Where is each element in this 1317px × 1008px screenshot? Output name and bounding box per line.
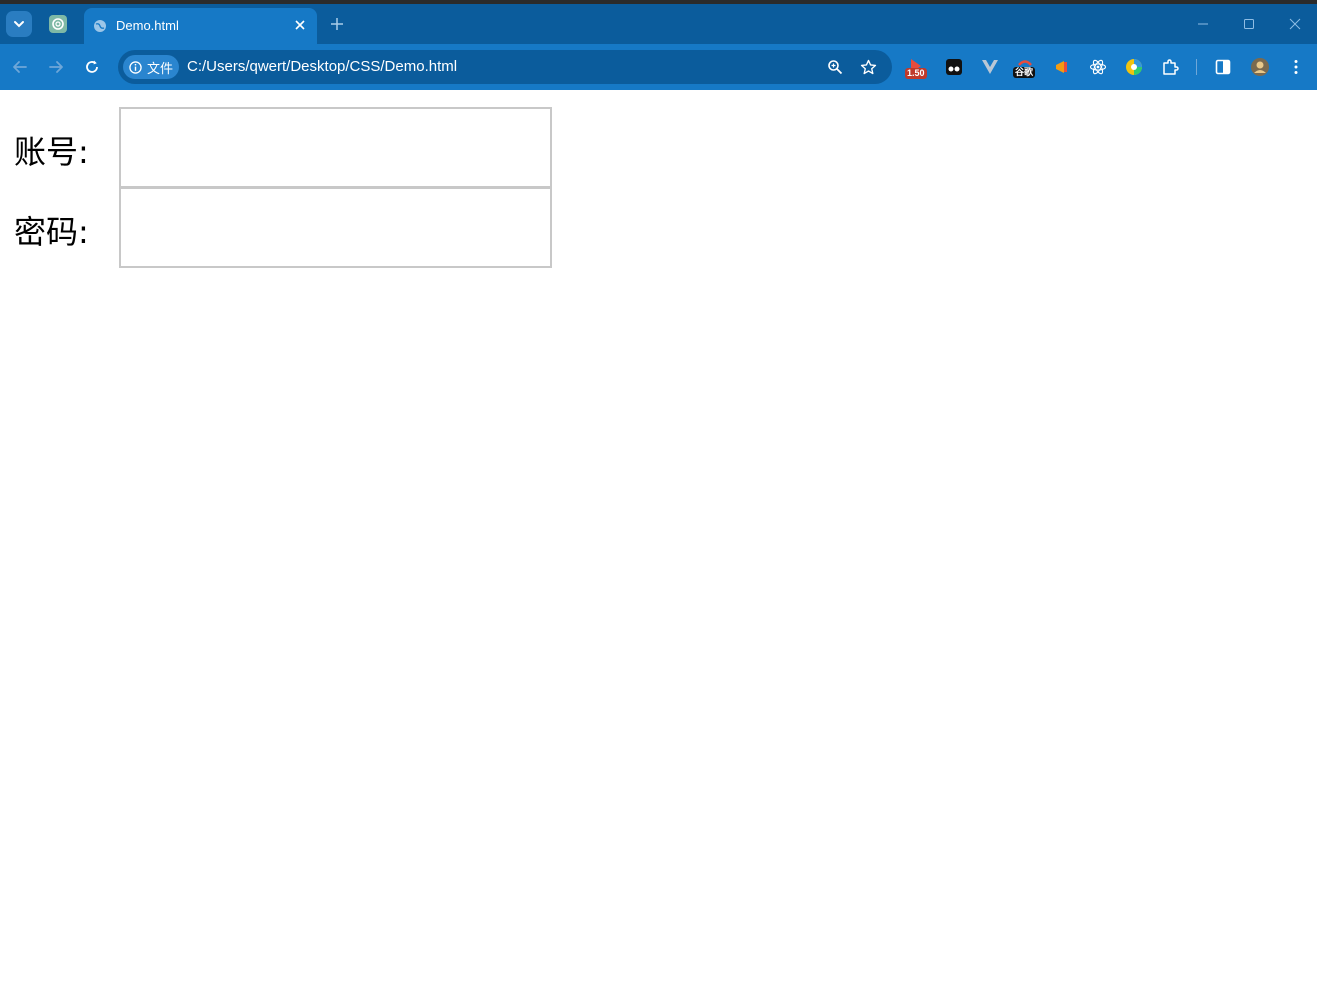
reload-button[interactable] — [80, 55, 104, 79]
menu-button[interactable] — [1283, 53, 1309, 81]
extensions-button[interactable] — [1157, 53, 1183, 81]
close-tab-button[interactable] — [291, 16, 309, 34]
site-info-chip[interactable]: 文件 — [123, 55, 179, 79]
profile-button[interactable] — [1247, 53, 1273, 81]
zoom-button[interactable] — [825, 57, 845, 77]
chevron-down-icon — [14, 21, 24, 28]
avatar-icon — [1251, 58, 1269, 76]
zoom-icon — [828, 60, 843, 75]
browser-toolbar: 文件 C:/Users/qwert/Desktop/CSS/Demo.html … — [0, 44, 1317, 90]
back-button[interactable] — [8, 55, 32, 79]
extension-translate[interactable]: 谷歌 — [1012, 53, 1038, 81]
react-icon — [1089, 59, 1107, 75]
maximize-icon — [1244, 19, 1254, 29]
reload-icon — [86, 60, 98, 73]
toolbar-separator — [1196, 59, 1197, 75]
info-icon — [129, 60, 142, 74]
speed-badge: 1.50 — [905, 68, 927, 79]
tampermonkey-icon — [946, 59, 962, 75]
tab-search-button[interactable] — [6, 11, 32, 37]
side-panel-button[interactable] — [1210, 53, 1236, 81]
tab-demo[interactable]: Demo.html — [84, 8, 317, 44]
side-panel-icon — [1215, 59, 1231, 75]
close-window-button[interactable] — [1281, 12, 1309, 36]
extension-megaphone[interactable] — [1049, 53, 1075, 81]
password-input[interactable] — [119, 187, 552, 268]
password-label: 密码: — [14, 213, 89, 251]
account-input[interactable] — [119, 107, 552, 188]
site-chip-label: 文件 — [147, 60, 174, 76]
plus-icon — [331, 18, 343, 30]
tab-strip: Demo.html — [0, 4, 1317, 44]
maximize-button[interactable] — [1235, 12, 1263, 36]
globe-icon — [94, 20, 106, 32]
minimize-icon — [1198, 23, 1208, 25]
chatgpt-icon — [49, 15, 67, 33]
url-text[interactable]: C:/Users/qwert/Desktop/CSS/Demo.html — [187, 58, 457, 75]
vue-icon — [982, 60, 998, 74]
account-row: 账号: — [0, 107, 560, 188]
forward-button[interactable] — [44, 55, 68, 79]
account-label: 账号: — [14, 133, 89, 171]
kebab-menu-icon — [1294, 60, 1298, 74]
extension-video-speed[interactable]: 1.50 — [905, 53, 931, 81]
extension-tampermonkey[interactable] — [941, 53, 967, 81]
pinned-tab-chatgpt[interactable] — [46, 13, 70, 35]
tab-title: Demo.html — [116, 18, 179, 33]
extension-react-devtools[interactable] — [1085, 53, 1111, 81]
extension-vue-devtools[interactable] — [977, 53, 1003, 81]
close-icon — [295, 20, 305, 30]
translate-badge: 谷歌 — [1013, 67, 1036, 78]
address-bar[interactable]: 文件 C:/Users/qwert/Desktop/CSS/Demo.html — [118, 50, 892, 84]
new-tab-button[interactable] — [326, 13, 348, 35]
password-row: 密码: — [0, 187, 560, 268]
arrow-right-icon — [49, 61, 63, 73]
puzzle-icon — [1163, 59, 1179, 75]
palette-icon — [1126, 59, 1142, 75]
star-icon — [860, 59, 876, 74]
close-icon — [1289, 18, 1301, 30]
arrow-left-icon — [13, 61, 27, 73]
bookmark-button[interactable] — [858, 57, 878, 77]
extension-color-picker[interactable] — [1121, 53, 1147, 81]
minimize-button[interactable] — [1189, 12, 1217, 36]
megaphone-icon — [1056, 61, 1067, 73]
page-content: 账号: 密码: — [0, 90, 1317, 1008]
